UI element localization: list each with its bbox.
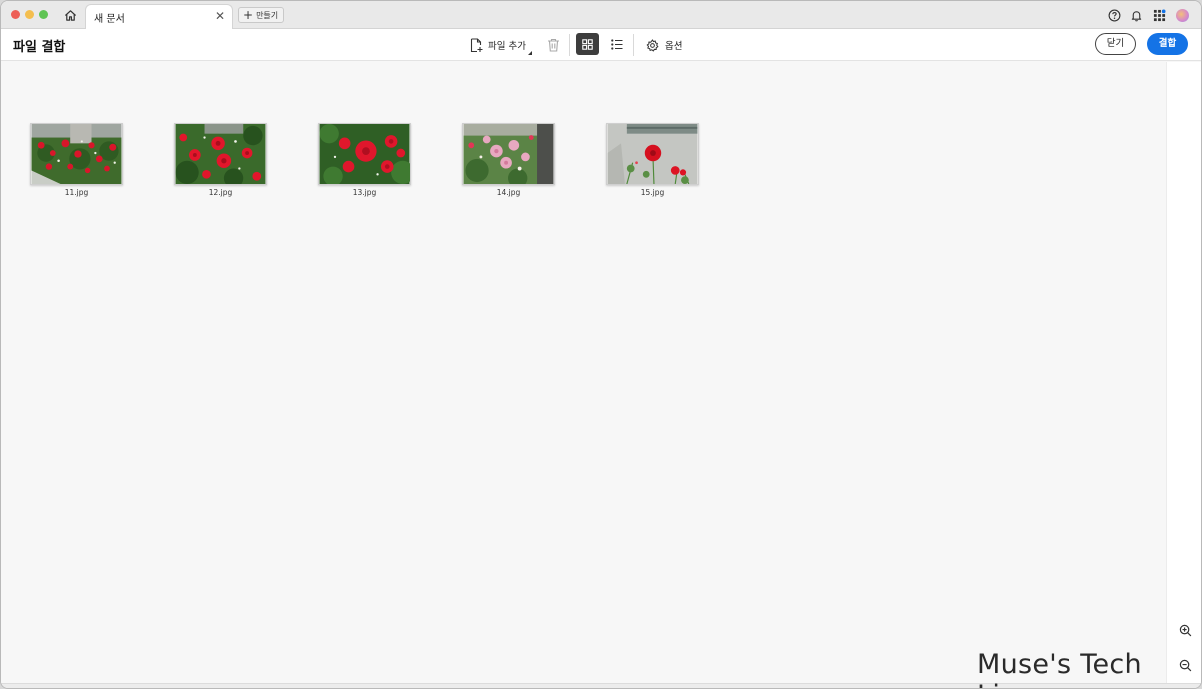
home-icon[interactable] [61, 6, 79, 24]
new-tab-button[interactable]: + 만들기 [238, 7, 285, 23]
file-thumbnail-image [174, 123, 267, 185]
file-name: 12.jpg [208, 188, 233, 197]
caret-icon [527, 51, 532, 55]
add-file-button[interactable]: 파일 추가 [470, 35, 532, 55]
page-title: 파일 결합 [13, 40, 66, 55]
combine-button[interactable]: 결합 [1147, 33, 1188, 55]
bell-icon[interactable] [1128, 7, 1144, 23]
new-tab-label: 만들기 [256, 10, 279, 20]
help-icon[interactable] [1106, 7, 1122, 23]
file-thumbnail-image [462, 123, 555, 185]
add-file-icon [470, 37, 483, 52]
file-name: 14.jpg [496, 188, 521, 197]
zoom-in-icon[interactable] [1177, 622, 1193, 638]
file-thumbnail[interactable]: 14.jpg [462, 123, 555, 198]
delete-button[interactable] [544, 35, 562, 55]
list-view-button[interactable] [605, 33, 628, 55]
toolbar-divider [633, 34, 634, 56]
file-name: 13.jpg [352, 188, 377, 197]
list-view-icon [610, 38, 622, 50]
avatar [1175, 8, 1189, 22]
watermark-text: Muse's Tech Live [977, 649, 1142, 688]
options-button[interactable]: 옵션 [646, 35, 682, 55]
file-name: 11.jpg [64, 188, 89, 197]
window-zoom-dot[interactable] [39, 10, 48, 19]
gear-icon [646, 38, 659, 51]
title-bar: 새 문서 ✕ + 만들기 [1, 1, 1201, 29]
file-thumbnail-image [318, 123, 411, 185]
options-label: 옵션 [665, 41, 683, 52]
close-button[interactable]: 닫기 [1095, 33, 1136, 55]
file-thumbnail-image [606, 123, 699, 185]
plus-icon: + [243, 8, 254, 22]
toolbar: 파일 결합 파일 추가 옵션 닫기 결합 [1, 29, 1201, 61]
file-thumbnail[interactable]: 12.jpg [174, 123, 267, 198]
file-name: 15.jpg [640, 188, 665, 197]
window-close-dot[interactable] [11, 10, 20, 19]
document-tab-label: 새 문서 [94, 14, 125, 25]
file-thumbnail[interactable]: 11.jpg [30, 123, 123, 198]
app-window: 새 문서 ✕ + 만들기 파일 결합 파일 추가 옵션 닫기 결합 11.jpg… [0, 0, 1202, 689]
toolbar-divider [569, 34, 570, 56]
file-thumbnail-image [30, 123, 123, 185]
file-thumbnail[interactable]: 13.jpg [318, 123, 411, 198]
right-rail [1166, 62, 1201, 683]
trash-icon [547, 38, 559, 52]
close-tab-icon[interactable]: ✕ [214, 9, 226, 23]
user-avatar[interactable] [1174, 7, 1190, 23]
add-file-label: 파일 추가 [488, 41, 526, 52]
window-minimize-dot[interactable] [25, 10, 34, 19]
document-tab[interactable]: 새 문서 ✕ [85, 4, 233, 29]
file-thumbnail[interactable]: 15.jpg [606, 123, 699, 198]
grid-view-button[interactable] [576, 33, 599, 55]
grid-view-icon [582, 38, 593, 50]
apps-grid-icon[interactable] [1151, 7, 1167, 23]
